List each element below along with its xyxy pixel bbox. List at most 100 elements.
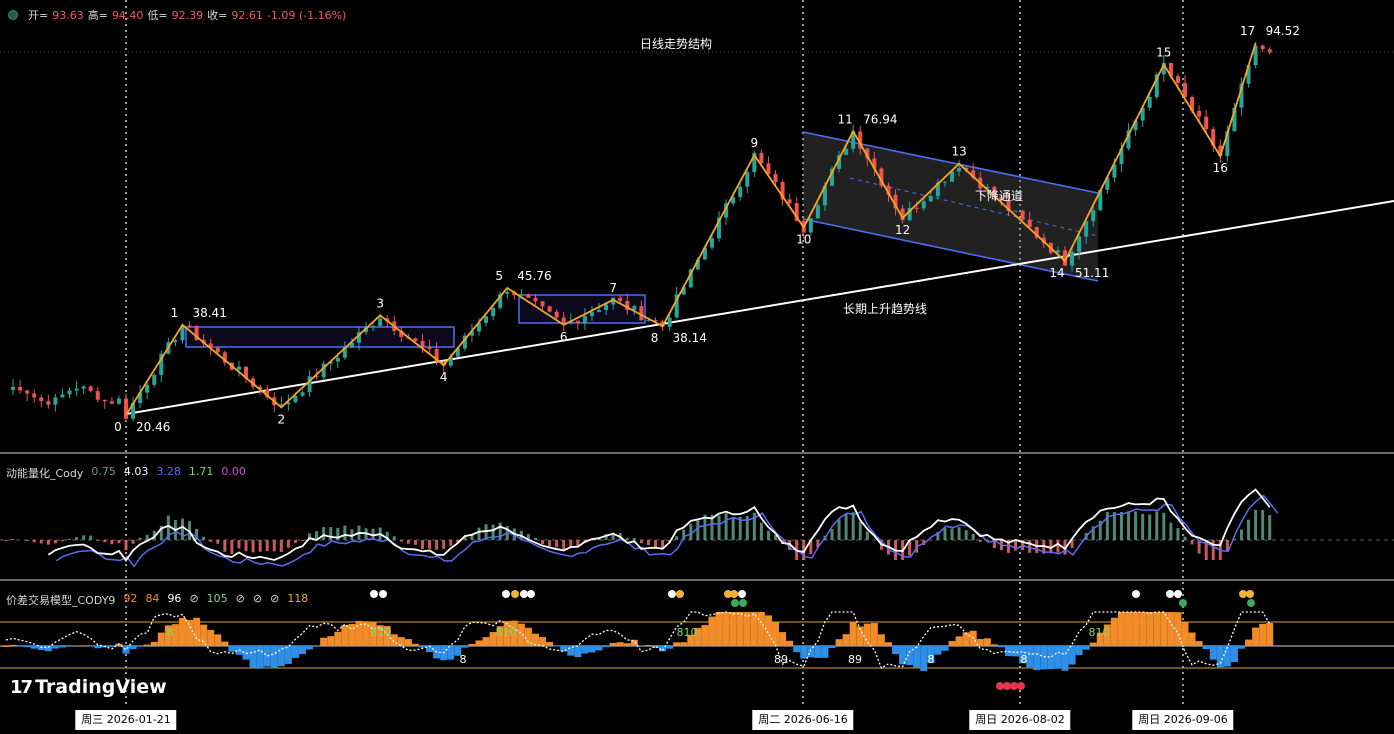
momentum-bar [421, 540, 425, 550]
open-label: 开= [28, 9, 49, 22]
spread-area [1245, 639, 1253, 646]
spread-area [708, 616, 716, 646]
momentum-bar [216, 540, 220, 544]
trendline-label: 长期上升趋势线 [843, 302, 927, 316]
candle-body [60, 394, 65, 398]
momentum-bar [117, 540, 121, 544]
close-label: 收= [207, 9, 228, 22]
candle-body [554, 311, 559, 318]
spread-area [263, 646, 271, 667]
chart-title: 日线走势结构 [640, 36, 712, 51]
candle-body [505, 291, 510, 294]
momentum-bar [837, 519, 841, 540]
candle-body [46, 401, 51, 405]
momentum-bar [1112, 512, 1116, 540]
indicator1-name[interactable]: 动能量化_Cody [6, 465, 83, 481]
momentum-bar [237, 540, 241, 549]
spread-area [899, 646, 907, 665]
pivot-label-8: 8 [651, 331, 659, 345]
spread-area [1146, 612, 1154, 646]
momentum-bar [964, 530, 968, 540]
momentum-bar [1268, 514, 1272, 540]
spread-area [1125, 612, 1133, 646]
spread-area [743, 612, 751, 646]
change-value: -1.09 (-1.16%) [266, 8, 347, 22]
spread-area [546, 641, 554, 646]
indicator2-value: ⊘ [252, 592, 263, 605]
momentum-bar [1119, 511, 1123, 540]
candle-body [844, 148, 849, 155]
signal-dot [730, 590, 738, 598]
spread-area [1139, 612, 1147, 646]
momentum-bar [413, 540, 417, 545]
momentum-bar [75, 537, 79, 540]
spread-area [1202, 646, 1210, 650]
candle-body [618, 297, 623, 301]
spread-area [327, 636, 335, 646]
date-axis-label: 周日 2026-09-06 [1132, 710, 1234, 730]
indicator2-value: 84 [145, 592, 160, 605]
momentum-bar [759, 522, 763, 540]
pivot-label-16: 16 [1213, 161, 1228, 175]
pivot-label-7: 7 [609, 281, 617, 295]
spread-area [595, 646, 603, 651]
spread-area [1167, 612, 1175, 646]
momentum-bar [46, 540, 50, 545]
momentum-bar [406, 540, 410, 544]
momentum-bar [131, 540, 135, 544]
momentum-bar [639, 540, 643, 544]
spread-area [842, 634, 850, 646]
momentum-bar [689, 523, 693, 540]
signal-dot [1166, 590, 1174, 598]
spread-area [609, 642, 617, 646]
spread-area [1252, 627, 1260, 646]
pivot-label-14: 14 [1049, 266, 1064, 280]
candle-body [67, 390, 72, 395]
candle-body [236, 366, 241, 370]
pivot-price-8: 38.14 [673, 331, 707, 345]
spread-area [877, 634, 885, 646]
momentum-bar [301, 540, 304, 541]
spread-area [1117, 612, 1125, 646]
spread-area [143, 644, 151, 646]
candle-body [32, 393, 37, 398]
tradingview-logo: 17 TradingView [10, 676, 167, 698]
candle-body [575, 320, 580, 323]
signal-dot [1003, 682, 1011, 690]
spread-area [186, 619, 194, 646]
signal-dot [370, 590, 378, 598]
momentum-bar [548, 540, 552, 547]
signal-dot [1174, 590, 1182, 598]
momentum-bar [96, 540, 100, 541]
signal-dot [502, 590, 510, 598]
spread-area [73, 645, 81, 646]
signal-dot [511, 590, 519, 598]
candle-body [371, 325, 376, 327]
indicator2-legend[interactable]: 价差交易模型_CODY9 92 84 96 ⊘ 105 ⊘ ⊘ ⊘ 118 [6, 592, 308, 608]
spread-area [701, 625, 709, 646]
spread-area [1174, 612, 1182, 646]
pivot-price-14: 51.11 [1075, 266, 1109, 280]
spread-area [1195, 641, 1203, 646]
momentum-bar [442, 540, 446, 550]
candle-body [745, 172, 750, 187]
momentum-bar [32, 540, 36, 543]
momentum-bar [428, 540, 432, 549]
spread-area [1209, 646, 1217, 660]
model-signal-label: 810 [1089, 626, 1110, 639]
momentum-bar [1127, 511, 1131, 540]
momentum-bar [202, 536, 206, 540]
candle-body [25, 390, 30, 394]
momentum-bar [830, 529, 834, 540]
spread-area [291, 646, 299, 658]
model-signal-label: 89 [774, 653, 788, 666]
indicator2-name[interactable]: 价差交易模型_CODY9 [6, 592, 115, 608]
candle-body [53, 397, 58, 405]
candle-body [1204, 116, 1209, 129]
indicator1-value: 0.75 [91, 465, 116, 478]
model-signal-label: 8 [928, 653, 935, 666]
candle-body [1091, 210, 1096, 222]
price-chart[interactable]: 0 20.46 1 38.41 2 3 4 5 45.76 6 7 8 38.14 9 10 11 76.94 1… [0, 0, 1394, 734]
indicator1-legend[interactable]: 动能量化_Cody 0.75 4.03 3.28 1.71 0.00 [6, 465, 246, 481]
spread-area [680, 642, 688, 646]
